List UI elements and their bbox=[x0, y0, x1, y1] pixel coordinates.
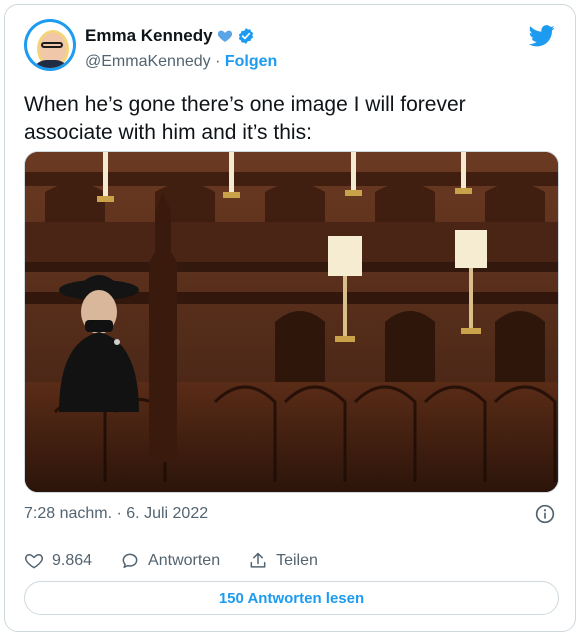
tweet-media-photo[interactable] bbox=[24, 151, 559, 493]
share-label: Teilen bbox=[276, 552, 318, 569]
author-avatar[interactable] bbox=[24, 19, 76, 71]
verified-badge-icon bbox=[238, 28, 253, 44]
like-count: 9.864 bbox=[52, 552, 93, 569]
share-action[interactable]: Teilen bbox=[248, 551, 318, 571]
blue-heart-icon bbox=[217, 30, 232, 42]
author-handle-row: @EmmaKennedy · Folgen bbox=[85, 53, 277, 71]
tweet-card: Emma Kennedy @EmmaKennedy · Folgen When … bbox=[4, 4, 576, 632]
separator-dot: · bbox=[215, 53, 221, 70]
info-circle-icon[interactable] bbox=[535, 504, 555, 524]
author-name-row: Emma Kennedy bbox=[85, 26, 255, 46]
reply-label: Antworten bbox=[148, 552, 221, 569]
author-display-name[interactable]: Emma Kennedy bbox=[85, 26, 213, 46]
reply-bubble-icon bbox=[122, 553, 138, 568]
reply-action[interactable]: Antworten bbox=[120, 551, 220, 571]
avatar-image bbox=[27, 22, 73, 68]
like-action[interactable]: 9.864 bbox=[24, 551, 92, 571]
chapel-photo-illustration bbox=[25, 152, 558, 492]
tweet-text: When he’s gone there’s one image I will … bbox=[24, 93, 466, 144]
tweet-actions: 9.864 Antworten Teilen bbox=[24, 551, 346, 571]
follow-button[interactable]: Folgen bbox=[225, 53, 277, 70]
heart-outline-icon bbox=[25, 553, 43, 569]
author-handle[interactable]: @EmmaKennedy bbox=[85, 53, 211, 70]
read-replies-button[interactable]: 150 Antworten lesen bbox=[24, 581, 559, 615]
tweet-timestamp[interactable]: 7:28 nachm. · 6. Juli 2022 bbox=[24, 505, 208, 523]
share-upload-icon bbox=[250, 552, 266, 568]
twitter-bird-icon[interactable] bbox=[529, 25, 555, 47]
